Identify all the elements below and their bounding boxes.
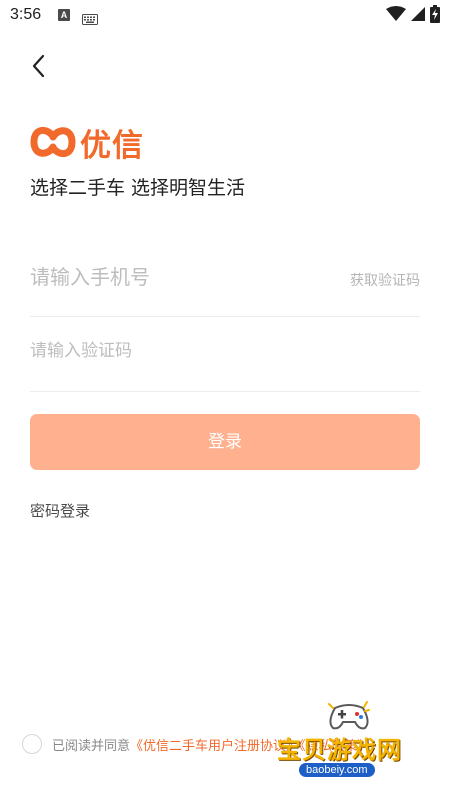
phone-field: 获取验证码 [30,250,420,317]
code-field [30,325,420,392]
agreement-prefix: 已阅读并同意 [52,738,131,754]
watermark-url: baobeiy.com [299,763,375,777]
logo-text: 优信 [80,127,144,164]
notification-a-icon: A [58,9,70,21]
watermark: 宝贝游戏网 baobeiy.com [275,700,445,780]
status-time: 3:56 [10,6,42,23]
keyboard-icon [82,10,98,29]
signal-icon [410,6,426,26]
brand-logo: 优信 [30,124,144,164]
password-login-link[interactable]: 密码登录 [30,500,90,521]
verification-code-input[interactable] [30,341,320,361]
chevron-left-icon [32,54,45,78]
phone-input[interactable] [30,265,320,289]
wifi-icon [386,6,406,26]
agreement-checkbox[interactable] [22,734,42,754]
uxin-logo-icon [30,126,76,158]
status-bar: 3:56 A [0,0,450,32]
battery-charging-icon [430,5,440,27]
slogan: 选择二手车 选择明智生活 [30,177,246,199]
get-code-button[interactable]: 获取验证码 [350,270,420,290]
back-button[interactable] [26,52,54,80]
watermark-title: 宝贝游戏网 [277,736,402,764]
gamepad-icon [328,701,370,730]
login-button[interactable]: 登录 [30,414,420,470]
